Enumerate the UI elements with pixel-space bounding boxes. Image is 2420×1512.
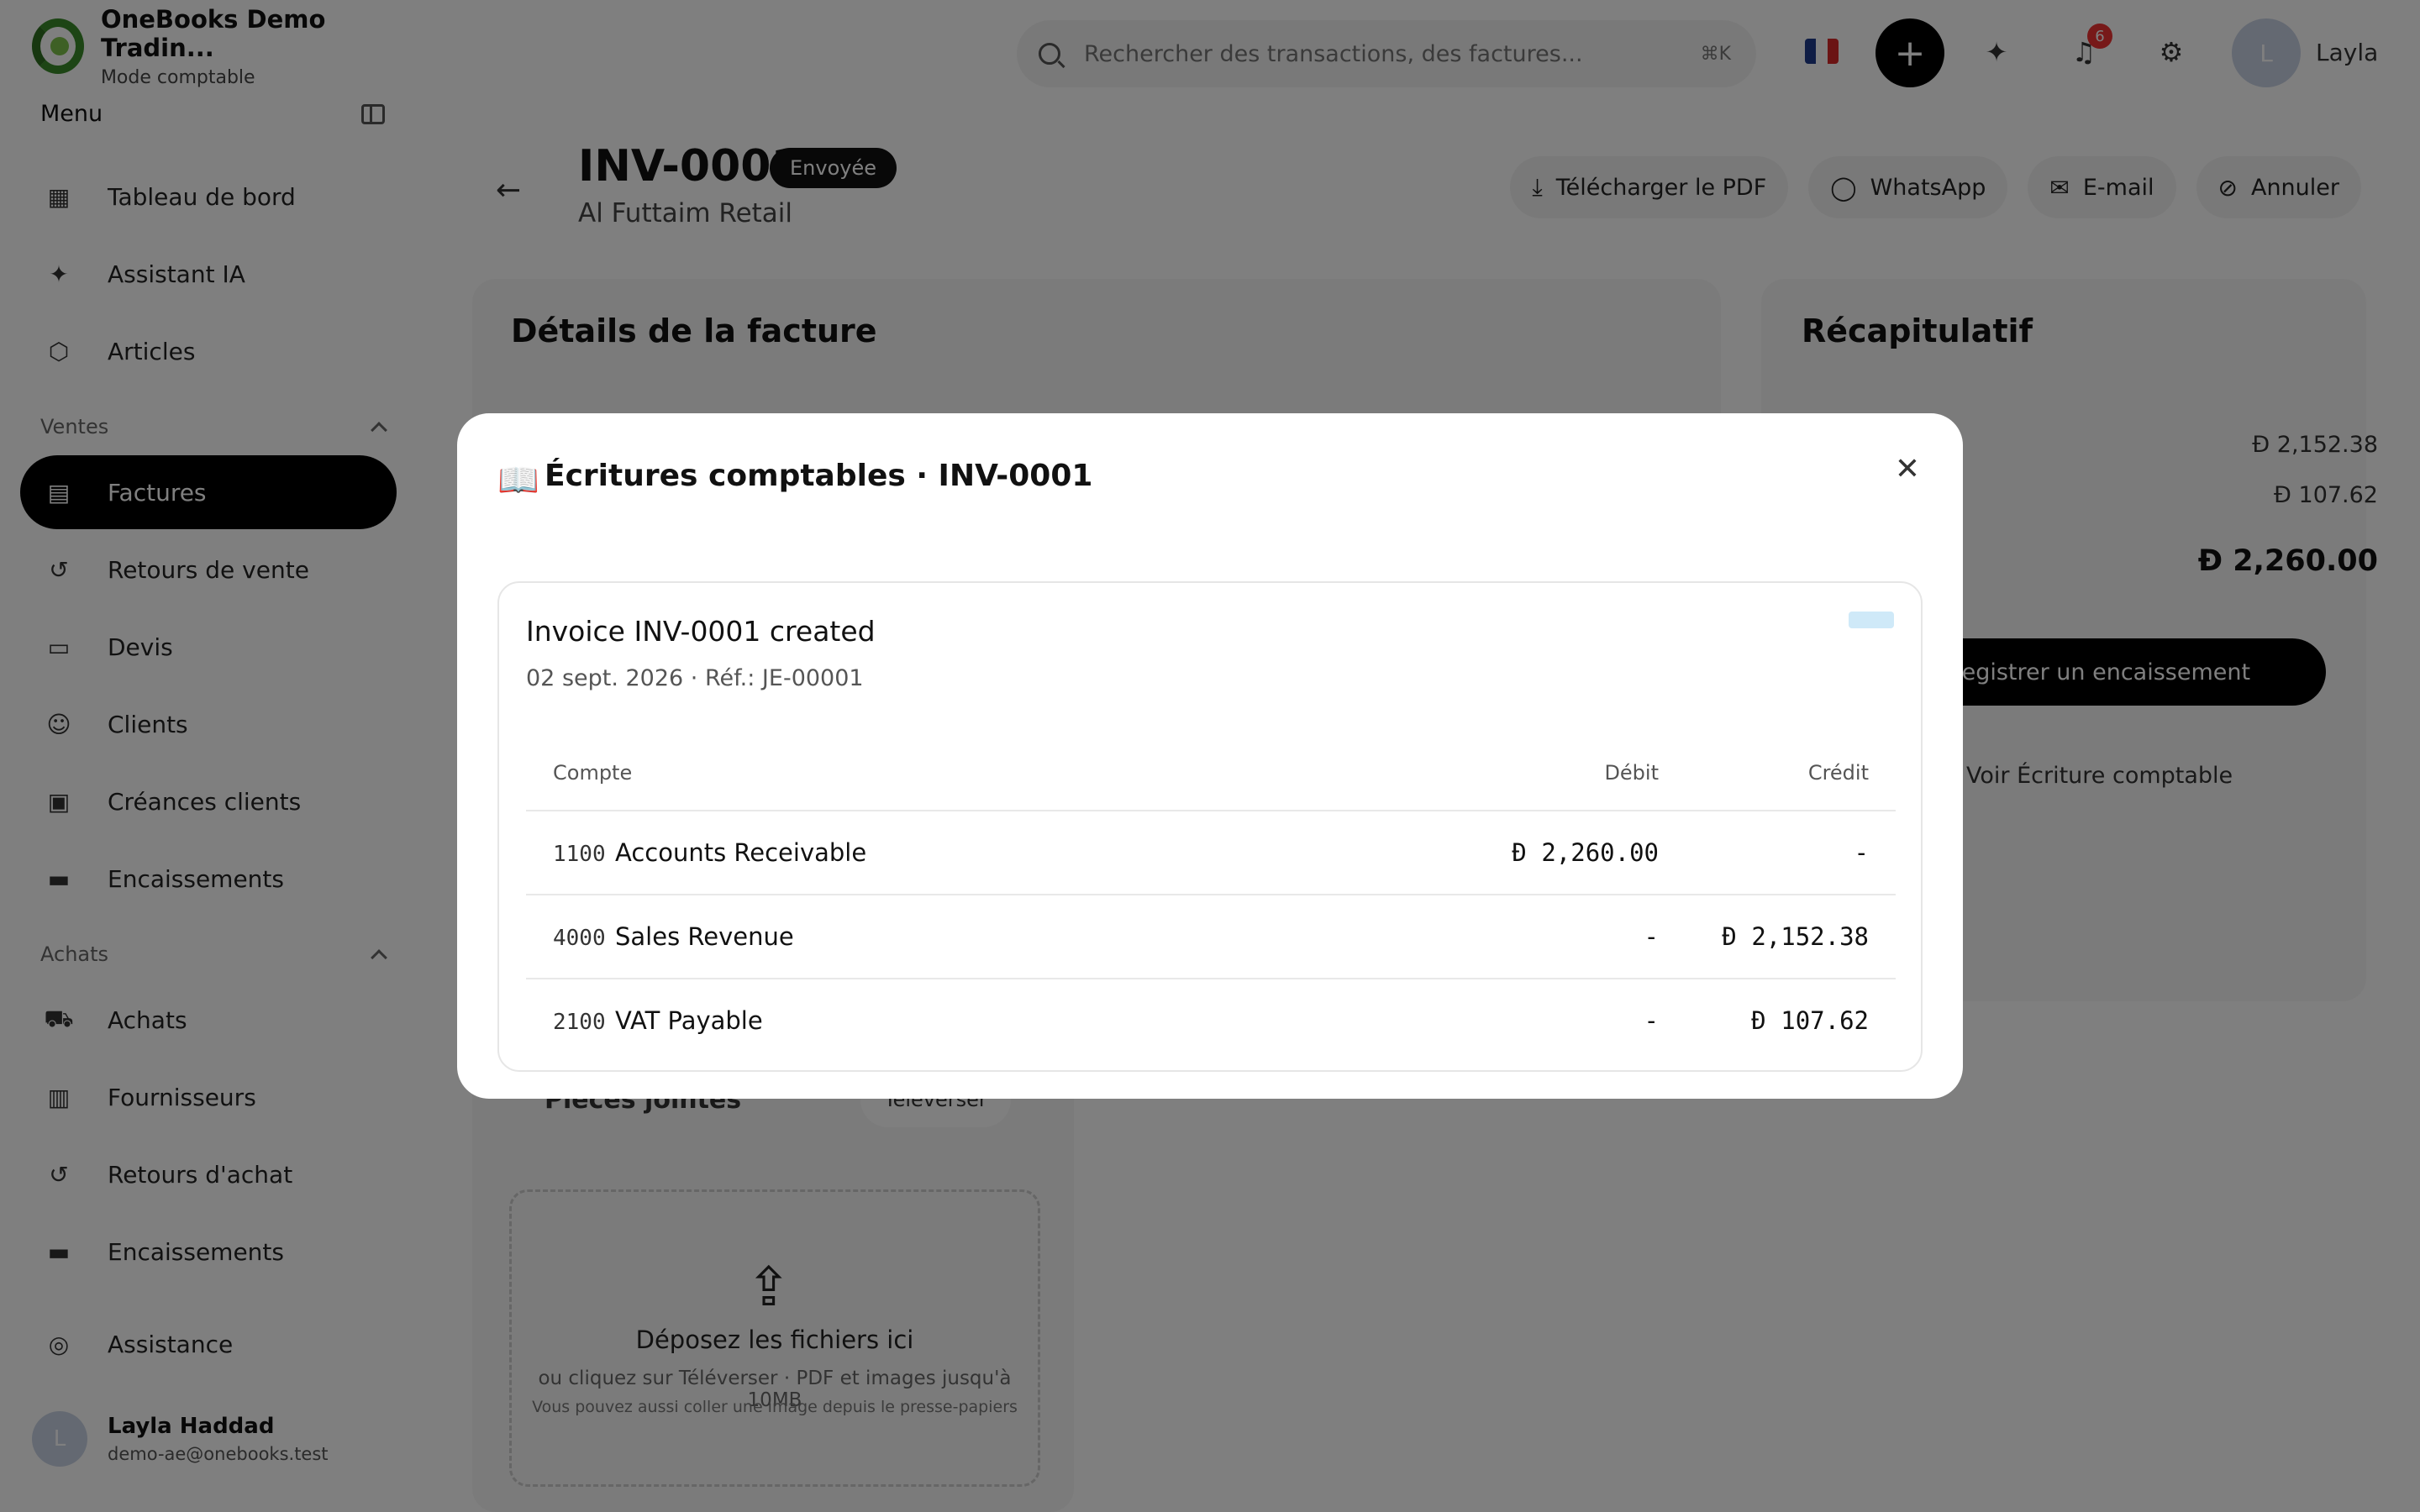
entry-tag [1849, 612, 1894, 628]
credit-amount: Ð 2,152.38 [1722, 922, 1869, 951]
account-name: Sales Revenue [615, 922, 794, 951]
debit-amount: - [1644, 1006, 1659, 1035]
account-name: Accounts Receivable [615, 838, 867, 867]
journal-entries-modal: 📖 Écritures comptables · INV-0001 ✕ Invo… [457, 413, 1963, 1099]
account-code: 2100 [553, 1010, 606, 1035]
column-header-credit: Crédit [1807, 761, 1869, 785]
table-row: 2100 VAT Payable - Ð 107.62 [526, 979, 1896, 1063]
currency-icon: Ð [1512, 838, 1527, 867]
credit-amount: Ð 107.62 [1751, 1006, 1869, 1035]
column-header-account: Compte [553, 761, 633, 785]
table-row: 1100 Accounts Receivable Ð 2,260.00 - [526, 811, 1896, 895]
currency-icon: Ð [1722, 922, 1737, 951]
debit-amount: Ð 2,260.00 [1512, 838, 1659, 867]
journal-entry-card: Invoice INV-0001 created 02 sept. 2026 ·… [497, 581, 1923, 1072]
modal-title: Écritures comptables · INV-0001 [544, 459, 1093, 493]
credit-amount: - [1854, 838, 1869, 867]
account-code: 1100 [553, 842, 606, 867]
book-open-icon: 📖 [497, 461, 539, 500]
close-icon[interactable]: ✕ [1886, 447, 1929, 491]
column-header-debit: Débit [1604, 761, 1659, 785]
debit-amount: - [1644, 922, 1659, 951]
table-row: 4000 Sales Revenue - Ð 2,152.38 [526, 895, 1896, 979]
credit-value: 107.62 [1781, 1006, 1869, 1035]
debit-value: 2,260.00 [1541, 838, 1659, 867]
table-header: Compte Débit Crédit [526, 744, 1896, 811]
entry-title: Invoice INV-0001 created [526, 615, 876, 648]
currency-icon: Ð [1751, 1006, 1766, 1035]
account-name: VAT Payable [615, 1006, 763, 1035]
entry-meta: 02 sept. 2026 · Réf.: JE-00001 [526, 665, 864, 691]
credit-value: 2,152.38 [1751, 922, 1869, 951]
account-code: 4000 [553, 926, 606, 951]
